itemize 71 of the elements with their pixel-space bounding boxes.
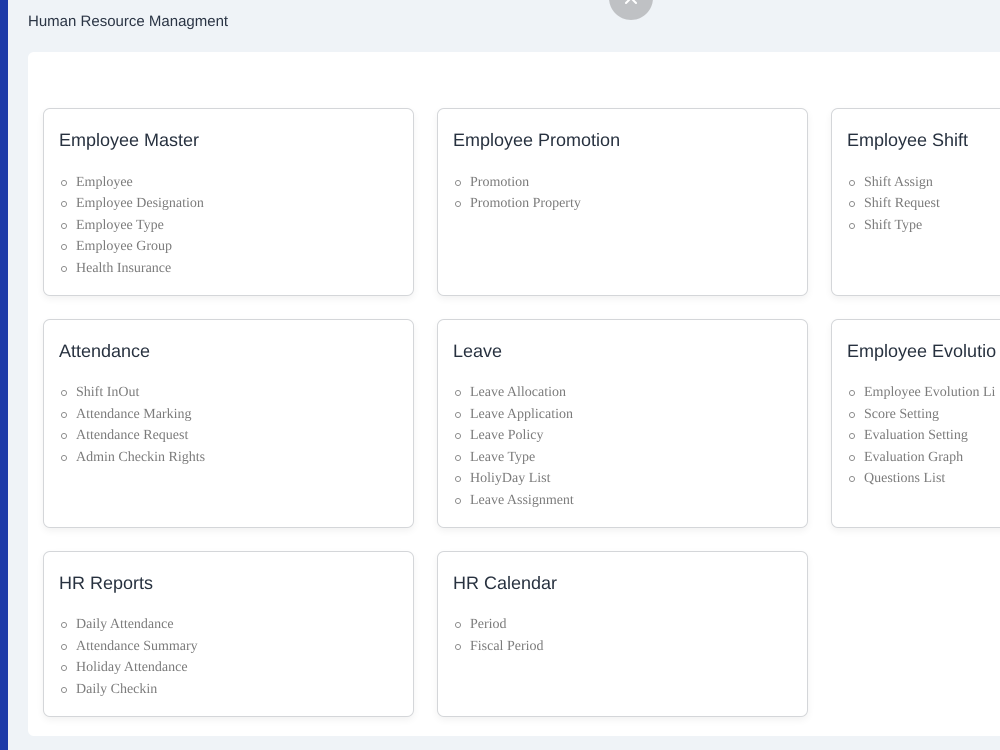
menu-link[interactable]: Daily Checkin bbox=[76, 680, 158, 699]
bullet-icon bbox=[455, 644, 461, 650]
bullet-icon bbox=[61, 622, 67, 628]
bullet-icon bbox=[849, 433, 855, 440]
menu-link[interactable]: Attendance Marking bbox=[76, 406, 192, 424]
bullet-icon bbox=[849, 201, 855, 208]
menu-link[interactable]: Evaluation Graph bbox=[864, 448, 964, 467]
menu-link[interactable]: Shift InOut bbox=[76, 384, 140, 402]
menu-link[interactable]: Employee Type bbox=[76, 216, 164, 235]
bullet-icon bbox=[61, 244, 67, 250]
menu-link[interactable]: Admin Checkin Rights bbox=[76, 448, 206, 467]
card-title: Leave bbox=[453, 340, 502, 362]
bullet-icon bbox=[61, 201, 67, 208]
bullet-icon bbox=[455, 201, 461, 208]
card-title: Employee Evolutio bbox=[847, 340, 996, 362]
menu-link[interactable]: Period bbox=[470, 616, 507, 634]
menu-link[interactable]: Score Setting bbox=[864, 406, 940, 424]
menu-link[interactable]: Employee bbox=[76, 174, 133, 192]
menu-link[interactable]: Employee Designation bbox=[76, 195, 204, 214]
bullet-icon bbox=[455, 412, 461, 418]
bullet-icon bbox=[849, 412, 855, 418]
card-title: HR Reports bbox=[59, 572, 154, 594]
bullet-icon bbox=[61, 644, 67, 650]
menu-link[interactable]: Shift Type bbox=[864, 216, 922, 235]
menu-link[interactable]: Shift Request bbox=[864, 195, 940, 214]
menu-link[interactable]: Attendance Request bbox=[76, 427, 188, 446]
bullet-icon bbox=[455, 433, 461, 440]
menu-link[interactable]: Questions List bbox=[864, 470, 946, 488]
menu-link[interactable]: Promotion bbox=[470, 174, 530, 192]
menu-link[interactable]: HoliyDay List bbox=[470, 470, 550, 488]
bullet-icon bbox=[455, 622, 461, 628]
bullet-icon bbox=[61, 454, 67, 461]
bullet-icon bbox=[61, 412, 67, 418]
bullet-icon bbox=[61, 433, 67, 440]
menu-link[interactable]: Leave Type bbox=[470, 448, 536, 467]
card-title: HR Calendar bbox=[453, 572, 558, 594]
bullet-icon bbox=[61, 390, 67, 396]
bullet-icon bbox=[61, 180, 67, 186]
bullet-icon bbox=[849, 390, 855, 396]
menu-link[interactable]: Fiscal Period bbox=[470, 638, 544, 656]
menu-link[interactable]: Promotion Property bbox=[470, 195, 581, 214]
menu-link[interactable]: Leave Allocation bbox=[470, 384, 566, 402]
card-title: Employee Shift bbox=[847, 129, 968, 152]
menu-link[interactable]: Holiday Attendance bbox=[76, 659, 188, 678]
menu-link[interactable]: Attendance Summary bbox=[76, 638, 198, 656]
menu-link[interactable]: Shift Assign bbox=[864, 174, 933, 192]
bullet-icon bbox=[849, 222, 855, 229]
bullet-icon bbox=[849, 180, 855, 186]
bullet-icon bbox=[61, 266, 67, 272]
menu-link[interactable]: Leave Assignment bbox=[470, 492, 574, 510]
bullet-icon bbox=[61, 686, 67, 693]
menu-link[interactable]: Health Insurance bbox=[76, 260, 172, 278]
bullet-icon bbox=[61, 222, 67, 229]
menu-link[interactable]: Daily Attendance bbox=[76, 616, 174, 634]
menu-link[interactable]: Employee Group bbox=[76, 238, 172, 256]
bullet-icon bbox=[455, 498, 461, 504]
bullet-icon bbox=[455, 454, 461, 461]
card-title: Attendance bbox=[59, 340, 150, 362]
card-title: Employee Promotion bbox=[453, 129, 620, 152]
bullet-icon bbox=[455, 180, 461, 186]
bullet-icon bbox=[849, 476, 855, 482]
bullet-icon bbox=[61, 665, 67, 672]
bullet-icon bbox=[455, 390, 461, 396]
modal-title: Human Resource Managment bbox=[28, 12, 228, 30]
card-title: Employee Master bbox=[59, 129, 200, 152]
bullet-icon bbox=[849, 454, 855, 461]
menu-link[interactable]: Evaluation Setting bbox=[864, 427, 968, 446]
bullet-icon bbox=[455, 476, 461, 482]
menu-link[interactable]: Leave Policy bbox=[470, 427, 544, 446]
menu-link[interactable]: Employee Evolution Li bbox=[864, 384, 996, 402]
menu-link[interactable]: Leave Application bbox=[470, 406, 574, 424]
